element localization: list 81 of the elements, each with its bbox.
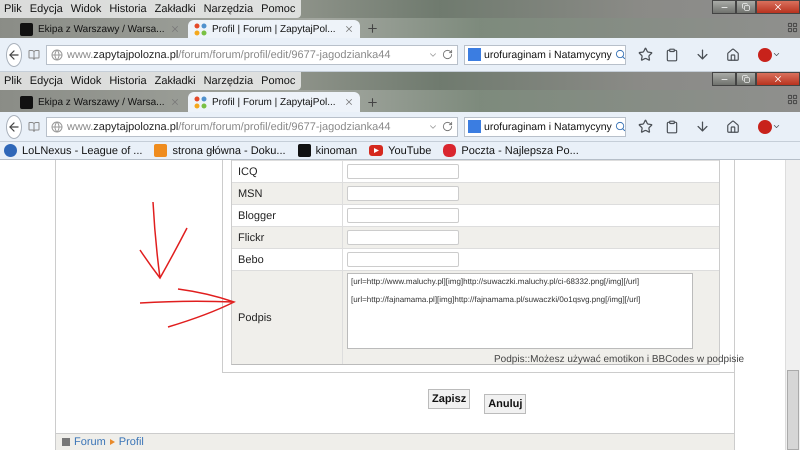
text-field[interactable] — [347, 208, 459, 223]
scrollbar[interactable] — [785, 160, 800, 450]
back-button[interactable] — [6, 42, 22, 66]
bookmark-link[interactable]: strona główna - Doku... — [154, 144, 286, 157]
menu-item[interactable]: Edycja — [30, 75, 63, 87]
globe-icon — [51, 120, 63, 132]
menu-item[interactable]: Widok — [70, 75, 102, 87]
menu-item[interactable]: Historia — [109, 75, 147, 87]
book-icon[interactable] — [28, 48, 40, 60]
close-icon — [773, 74, 783, 84]
address-field[interactable]: www.zapytajpolozna.pl/forum/forum/profil/edit/9677-jagodzianka44 — [46, 44, 458, 64]
form-button[interactable]: Anuluj — [484, 394, 526, 414]
letter-tile-icon — [154, 144, 168, 157]
book-icon[interactable] — [28, 120, 40, 132]
field-label: Podpis — [232, 271, 343, 364]
separator-icon — [110, 439, 115, 445]
star-icon[interactable] — [638, 47, 653, 62]
form-button[interactable]: Zapisz — [428, 389, 470, 409]
address-field[interactable]: www.zapytajpolozna.pl/forum/forum/profil/edit/9677-jagodzianka44 — [46, 116, 458, 136]
search-icon[interactable] — [614, 49, 626, 60]
clipboard-icon[interactable] — [665, 120, 679, 134]
new-tab-icon[interactable] — [366, 22, 379, 35]
star-icon[interactable] — [638, 119, 653, 134]
menu-item[interactable]: Narzędzia — [204, 75, 254, 87]
menu-item[interactable]: Historia — [109, 3, 147, 15]
browser-tab[interactable]: Profil | Forum | ZapytajPol... — [188, 92, 360, 112]
stop-sign-icon[interactable] — [758, 120, 781, 134]
menu-item[interactable]: Pomoc — [261, 75, 296, 87]
scrollbar-thumb[interactable] — [787, 370, 799, 450]
home-icon[interactable] — [726, 48, 740, 62]
reload-icon[interactable] — [442, 121, 453, 132]
menu-item[interactable]: Plik — [4, 3, 22, 15]
search-icon[interactable] — [614, 121, 626, 132]
search-field[interactable]: urofuraginam i Natamycyny — [464, 116, 626, 136]
breadcrumb-link[interactable]: Profil — [118, 436, 144, 448]
breadcrumb-link[interactable]: Forum — [74, 436, 106, 448]
text-field[interactable] — [347, 252, 459, 267]
tab-groups-icon[interactable] — [787, 94, 798, 105]
clipboard-icon[interactable] — [665, 48, 679, 62]
square-icon — [62, 438, 70, 446]
restore-button[interactable] — [736, 0, 756, 14]
menu-item[interactable]: Pomoc — [261, 3, 296, 15]
new-tab-icon[interactable] — [366, 96, 379, 109]
reload-icon[interactable] — [442, 49, 453, 60]
bookmark-link[interactable]: LoLNexus - League of ... — [4, 144, 142, 157]
home-icon[interactable] — [726, 120, 740, 134]
minimize-button[interactable] — [712, 0, 736, 14]
text-field[interactable] — [347, 164, 459, 179]
field-hint: Podpis::Możesz używać emotikon i BBCodes w podpisie — [494, 354, 744, 365]
restore-icon — [742, 3, 750, 11]
menu-item[interactable]: Zakładki — [154, 75, 196, 87]
menu-item[interactable]: Plik — [4, 75, 22, 87]
restore-icon — [742, 75, 750, 83]
bookmark-link[interactable]: YouTube — [369, 144, 432, 156]
minimize-button[interactable] — [712, 72, 736, 86]
text-field[interactable] — [347, 186, 459, 201]
bookmark-link[interactable]: Poczta - Najlepsza Po... — [443, 144, 579, 157]
download-icon[interactable] — [695, 47, 710, 62]
close-button[interactable] — [756, 0, 800, 14]
browser-tab[interactable]: Profil | Forum | ZapytajPol... — [188, 20, 360, 38]
download-icon[interactable] — [695, 119, 710, 134]
restore-button[interactable] — [736, 72, 756, 86]
menu-item[interactable]: Widok — [70, 3, 102, 15]
stop-sign-icon[interactable] — [758, 48, 781, 62]
tab-groups-icon[interactable] — [787, 22, 798, 33]
close-icon[interactable] — [344, 97, 354, 107]
menu-item[interactable]: Narzędzia — [204, 3, 254, 15]
signature-field[interactable]: [url=http://www.maluchy.pl][img]http://suwaczki.maluchy.pl/ci-68332.png[/img][/url] [url=http://fajnamama.pl][img]http://fajnamama.pl/suwaczki/0o1qsvg.png[/img][/url] — [347, 273, 693, 349]
play-logo-icon — [369, 145, 384, 156]
menu-item[interactable]: Edycja — [30, 3, 63, 15]
browser-tab[interactable]: Ekipa z Warszawy / Warsa... — [14, 20, 186, 38]
search-field[interactable]: urofuraginam i Natamycyny — [464, 44, 626, 64]
menu-item[interactable]: Zakładki — [154, 3, 196, 15]
close-icon — [773, 2, 783, 12]
browser-tab[interactable]: Ekipa z Warszawy / Warsa... — [14, 92, 186, 112]
globe-icon — [51, 48, 63, 60]
bookmark-link[interactable]: kinoman — [298, 144, 358, 157]
back-button[interactable] — [6, 114, 22, 138]
text-field[interactable] — [347, 230, 459, 245]
close-icon[interactable] — [344, 24, 354, 34]
close-button[interactable] — [756, 72, 800, 86]
